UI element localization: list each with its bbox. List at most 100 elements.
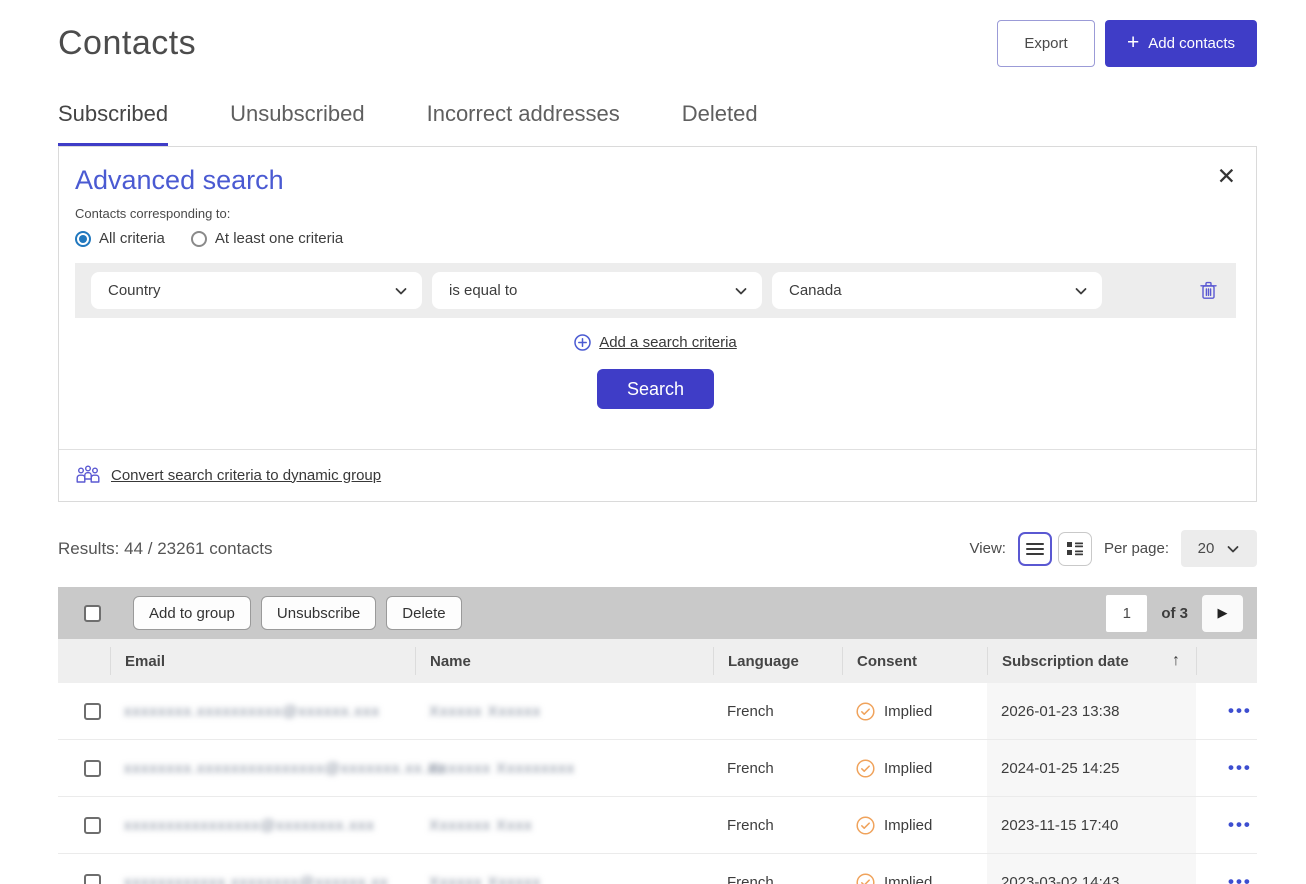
per-page-label: Per page:: [1104, 540, 1169, 557]
card-view-button[interactable]: [1058, 532, 1092, 566]
page-count-label: of 3: [1161, 605, 1188, 622]
chevron-down-icon: [1226, 542, 1240, 556]
criteria-operator-value: is equal to: [449, 282, 517, 299]
header-email: Email: [110, 647, 415, 675]
per-page-value: 20: [1198, 540, 1215, 557]
add-to-group-button[interactable]: Add to group: [133, 596, 251, 630]
contact-language: French: [713, 760, 842, 777]
subscription-date: 2023-03-02 14:43: [987, 854, 1196, 884]
row-checkbox[interactable]: [84, 817, 101, 834]
contact-email-redacted: xxxxxxxx.xxxxxxxxxx@xxxxxx.xxx: [124, 703, 380, 720]
export-button[interactable]: Export: [997, 20, 1095, 67]
contact-email-redacted: xxxxxxxxxxxx.xxxxxxxx@xxxxxx.xx: [124, 874, 389, 884]
consent-label: Implied: [884, 874, 932, 884]
page-title: Contacts: [58, 24, 196, 63]
list-view-button[interactable]: [1018, 532, 1052, 566]
header-checkbox-spacer: [58, 647, 110, 675]
add-search-criteria-link[interactable]: Add a search criteria: [599, 334, 737, 351]
header-actions: Export + Add contacts: [997, 20, 1257, 67]
sort-ascending-icon[interactable]: ↑: [1172, 652, 1180, 670]
criteria-field-select[interactable]: Country: [91, 272, 422, 309]
per-page-select[interactable]: 20: [1181, 530, 1257, 567]
contact-language: French: [713, 874, 842, 884]
select-all-checkbox[interactable]: [84, 605, 101, 622]
table-row: xxxxxxxxxxxx.xxxxxxxx@xxxxxx.xx Xxxxxx X…: [58, 854, 1257, 884]
page-number-input[interactable]: [1106, 595, 1147, 632]
tab-deleted[interactable]: Deleted: [682, 101, 758, 147]
chevron-down-icon: [1074, 284, 1088, 298]
header-subscription-date[interactable]: Subscription date ↑: [987, 647, 1196, 675]
criteria-row: Country is equal to Canada: [75, 263, 1236, 318]
convert-to-dynamic-group-link[interactable]: Convert search criteria to dynamic group: [111, 467, 381, 484]
close-icon[interactable]: ✕: [1217, 165, 1236, 188]
page-header: Contacts Export + Add contacts: [58, 20, 1257, 67]
contact-consent: Implied: [842, 873, 987, 884]
advanced-search-title: Advanced search: [75, 165, 1236, 196]
contact-name-redacted: Xxxxxxx Xxxx: [429, 817, 533, 834]
criteria-value-select[interactable]: Canada: [772, 272, 1102, 309]
contacts-tabs: Subscribed Unsubscribed Incorrect addres…: [58, 101, 1257, 147]
consent-check-icon: [856, 702, 875, 721]
radio-all-criteria-label: All criteria: [99, 230, 165, 247]
row-checkbox[interactable]: [84, 760, 101, 777]
consent-label: Implied: [884, 760, 932, 777]
plus-icon: +: [1127, 32, 1139, 53]
row-checkbox[interactable]: [84, 874, 101, 884]
consent-label: Implied: [884, 703, 932, 720]
header-name: Name: [415, 647, 713, 675]
subscription-date: 2026-01-23 13:38: [987, 683, 1196, 739]
subscription-date: 2024-01-25 14:25: [987, 740, 1196, 796]
contact-language: French: [713, 817, 842, 834]
add-criteria-row: Add a search criteria: [75, 334, 1236, 351]
contact-name-redacted: Xxxxxx Xxxxxx: [429, 874, 541, 884]
criteria-operator-select[interactable]: is equal to: [432, 272, 762, 309]
contact-name-redacted: Xxxxxx Xxxxxx: [429, 703, 541, 720]
contact-email-redacted: xxxxxxxx.xxxxxxxxxxxxxxx@xxxxxxx.xx.xx: [124, 760, 445, 777]
corresponding-label: Contacts corresponding to:: [75, 206, 1236, 221]
contacts-table: Add to group Unsubscribe Delete of 3 ▶ E…: [58, 587, 1257, 884]
convert-row: Convert search criteria to dynamic group: [59, 449, 1256, 501]
results-count: Results: 44 / 23261 contacts: [58, 539, 273, 559]
group-icon: [75, 465, 101, 485]
row-actions-menu[interactable]: •••: [1210, 701, 1252, 720]
row-checkbox[interactable]: [84, 703, 101, 720]
row-actions-menu[interactable]: •••: [1210, 815, 1252, 834]
delete-criteria-button[interactable]: [1200, 281, 1217, 300]
subscription-date: 2023-11-15 17:40: [987, 797, 1196, 853]
card-view-icon: [1066, 541, 1084, 556]
tab-incorrect-addresses[interactable]: Incorrect addresses: [427, 101, 620, 147]
search-button[interactable]: Search: [597, 369, 714, 409]
contacts-page: Contacts Export + Add contacts Subscribe…: [0, 20, 1306, 884]
chevron-down-icon: [394, 284, 408, 298]
view-label: View:: [970, 540, 1006, 557]
radio-selected-icon: [75, 231, 91, 247]
tab-subscribed[interactable]: Subscribed: [58, 101, 168, 147]
criteria-match-radios: All criteria At least one criteria: [75, 230, 1236, 247]
contact-email-redacted: xxxxxxxxxxxxxxxx@xxxxxxxx.xxx: [124, 817, 375, 834]
trash-icon: [1200, 281, 1217, 300]
consent-check-icon: [856, 759, 875, 778]
contact-language: French: [713, 703, 842, 720]
contact-consent: Implied: [842, 816, 987, 835]
contact-consent: Implied: [842, 759, 987, 778]
pagination: of 3 ▶: [1106, 595, 1243, 632]
row-actions-menu[interactable]: •••: [1210, 872, 1252, 884]
delete-button[interactable]: Delete: [386, 596, 461, 630]
radio-at-least-one-label: At least one criteria: [215, 230, 343, 247]
next-page-button[interactable]: ▶: [1202, 595, 1243, 632]
row-actions-menu[interactable]: •••: [1210, 758, 1252, 777]
next-page-icon: ▶: [1218, 605, 1228, 621]
table-row: xxxxxxxx.xxxxxxxxxx@xxxxxx.xxx Xxxxxx Xx…: [58, 683, 1257, 740]
unsubscribe-button[interactable]: Unsubscribe: [261, 596, 376, 630]
header-consent: Consent: [842, 647, 987, 675]
contact-consent: Implied: [842, 702, 987, 721]
radio-at-least-one-criteria[interactable]: At least one criteria: [191, 230, 343, 247]
radio-all-criteria[interactable]: All criteria: [75, 230, 165, 247]
circle-plus-icon: [574, 334, 591, 351]
table-header-row: Email Name Language Consent Subscription…: [58, 639, 1257, 683]
table-row: xxxxxxxx.xxxxxxxxxxxxxxx@xxxxxxx.xx.xx X…: [58, 740, 1257, 797]
radio-unselected-icon: [191, 231, 207, 247]
add-contacts-button[interactable]: + Add contacts: [1105, 20, 1257, 67]
tab-unsubscribed[interactable]: Unsubscribed: [230, 101, 365, 147]
advanced-search-panel: ✕ Advanced search Contacts corresponding…: [58, 146, 1257, 502]
